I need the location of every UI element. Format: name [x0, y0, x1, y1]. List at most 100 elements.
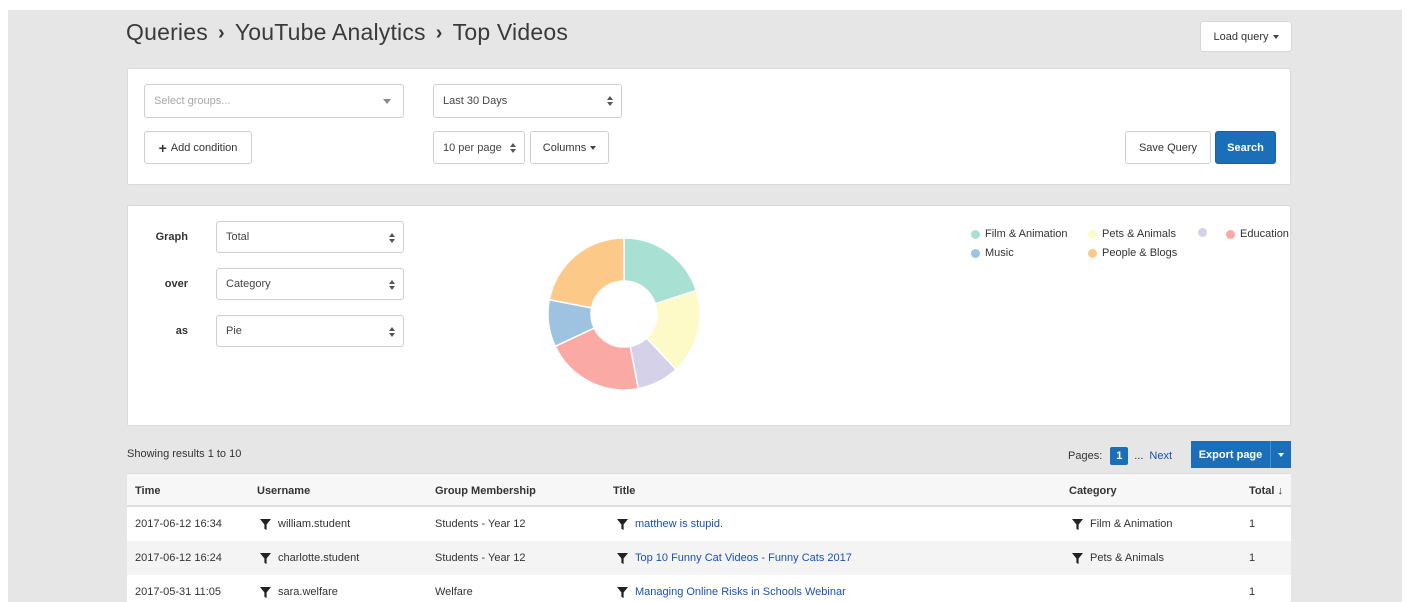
- date-range-value: Last 30 Days: [443, 95, 508, 107]
- legend-item[interactable]: Film & Animation: [971, 228, 1068, 240]
- add-condition-button[interactable]: + Add condition: [144, 131, 252, 164]
- legend-label: Film & Animation: [985, 228, 1068, 240]
- column-header-category[interactable]: Category: [1069, 474, 1117, 508]
- results-count: Showing results 1 to 10: [127, 448, 242, 460]
- query-panel: Select groups... Last 30 Days + Add cond…: [127, 68, 1291, 185]
- breadcrumb-queries[interactable]: Queries: [126, 19, 208, 46]
- pagination: Pages: 1 ... Next: [1068, 444, 1172, 468]
- groups-select[interactable]: Select groups...: [144, 84, 404, 118]
- cell-time: 2017-06-12 16:34: [135, 518, 222, 530]
- select-arrows-icon: [389, 326, 395, 338]
- load-query-button[interactable]: Load query: [1200, 21, 1292, 52]
- graph-label: Graph: [155, 231, 188, 243]
- date-range-select[interactable]: Last 30 Days: [433, 84, 622, 118]
- graph-metric-select[interactable]: Total: [216, 221, 404, 253]
- column-header-time[interactable]: Time: [135, 474, 160, 508]
- graph-type-select[interactable]: Pie: [216, 315, 404, 347]
- columns-button[interactable]: Columns: [530, 131, 609, 164]
- legend-swatch: [1088, 248, 1097, 258]
- username-text: charlotte.student: [278, 552, 360, 564]
- export-page-label: Export page: [1198, 448, 1263, 461]
- pie-chart: [547, 237, 701, 391]
- cell-username: sara.welfare: [260, 575, 338, 602]
- username-text: sara.welfare: [278, 586, 338, 598]
- cell-title: Top 10 Funny Cat Videos - Funny Cats 201…: [617, 541, 852, 575]
- column-header-username[interactable]: Username: [257, 474, 310, 508]
- next-page-link[interactable]: Next: [1149, 450, 1172, 462]
- filter-icon[interactable]: [1072, 518, 1083, 530]
- category-text: Pets & Animals: [1090, 552, 1164, 564]
- cell-username: william.student: [260, 507, 350, 541]
- legend-item[interactable]: Pets & Animals: [1088, 228, 1176, 240]
- filter-icon[interactable]: [1072, 552, 1083, 564]
- video-title-link[interactable]: Top 10 Funny Cat Videos - Funny Cats 201…: [635, 552, 852, 564]
- search-button[interactable]: Search: [1215, 131, 1276, 164]
- as-label: as: [175, 325, 188, 337]
- save-query-button[interactable]: Save Query: [1125, 131, 1211, 164]
- breadcrumb-top-videos: Top Videos: [452, 18, 569, 45]
- cell-group: Welfare: [435, 586, 473, 598]
- legend-label: Music: [985, 247, 1014, 259]
- export-dropdown-toggle[interactable]: [1271, 441, 1291, 468]
- filter-icon[interactable]: [260, 518, 271, 530]
- per-page-value: 10 per page: [443, 141, 502, 154]
- filter-icon[interactable]: [260, 552, 271, 564]
- graph-type-value: Pie: [226, 325, 242, 337]
- cell-time: 2017-06-12 16:24: [135, 552, 222, 564]
- caret-down-icon: [1278, 452, 1284, 457]
- table-row: 2017-06-12 16:24 charlotte.student Stude…: [127, 541, 1291, 575]
- breadcrumb-youtube-analytics[interactable]: YouTube Analytics: [235, 19, 426, 46]
- load-query-label: Load query: [1213, 30, 1269, 43]
- cell-time: 2017-05-31 11:05: [135, 586, 222, 598]
- legend-item[interactable]: [1198, 228, 1212, 237]
- filter-icon[interactable]: [617, 518, 628, 530]
- select-arrows-icon: [607, 95, 613, 107]
- app-window: Queries › YouTube Analytics › Top Videos…: [8, 10, 1402, 602]
- select-arrows-icon: [389, 232, 395, 244]
- select-arrows-icon: [510, 142, 516, 154]
- export-page-button[interactable]: Export page: [1191, 441, 1271, 468]
- table-row: 2017-05-31 11:05 sara.welfare Welfare Ma…: [127, 575, 1291, 602]
- per-page-select[interactable]: 10 per page: [433, 131, 525, 164]
- filter-icon[interactable]: [617, 586, 628, 598]
- legend-label: People & Blogs: [1102, 247, 1178, 259]
- legend-label: Education: [1240, 228, 1289, 240]
- over-label: over: [164, 278, 188, 290]
- add-condition-label: Add condition: [170, 141, 238, 154]
- legend-swatch: [971, 229, 980, 239]
- results-table: Time Username Group Membership Title Cat…: [127, 473, 1291, 602]
- caret-down-icon: [1272, 34, 1279, 39]
- breadcrumb: Queries › YouTube Analytics › Top Videos: [126, 16, 568, 48]
- pages-label: Pages:: [1068, 450, 1103, 462]
- cell-total: 1: [1249, 518, 1256, 530]
- legend-swatch: [1226, 229, 1235, 239]
- page-1-button[interactable]: 1: [1110, 447, 1129, 465]
- cell-group: Students - Year 12: [435, 518, 526, 530]
- cell-category: Film & Animation: [1072, 507, 1173, 541]
- legend-swatch: [1088, 229, 1097, 239]
- legend-item[interactable]: Education: [1226, 228, 1289, 240]
- chevron-right-icon: ›: [217, 21, 225, 44]
- graph-over-select[interactable]: Category: [216, 268, 404, 300]
- filter-icon[interactable]: [617, 552, 628, 564]
- table-header-row: Time Username Group Membership Title Cat…: [127, 473, 1291, 507]
- plus-icon: +: [158, 139, 167, 156]
- video-title-link[interactable]: Managing Online Risks in Schools Webinar: [635, 586, 846, 598]
- column-header-title[interactable]: Title: [613, 474, 635, 508]
- columns-label: Columns: [542, 141, 587, 154]
- graph-over-value: Category: [226, 278, 271, 290]
- column-header-total[interactable]: Total ↓: [1249, 474, 1283, 508]
- cell-group: Students - Year 12: [435, 552, 526, 564]
- filter-icon[interactable]: [260, 586, 271, 598]
- groups-placeholder: Select groups...: [154, 95, 231, 107]
- pie-slice[interactable]: [548, 237, 625, 309]
- legend-swatch: [971, 248, 980, 258]
- legend-item[interactable]: Music: [971, 247, 1014, 259]
- video-title-link[interactable]: matthew is stupid.: [635, 518, 723, 530]
- chevron-right-icon: ›: [435, 21, 443, 44]
- legend-item[interactable]: People & Blogs: [1088, 247, 1177, 259]
- column-header-group-membership[interactable]: Group Membership: [435, 474, 536, 508]
- cell-title: Managing Online Risks in Schools Webinar: [617, 575, 846, 602]
- select-arrows-icon: [389, 279, 395, 291]
- cell-total: 1: [1249, 552, 1256, 564]
